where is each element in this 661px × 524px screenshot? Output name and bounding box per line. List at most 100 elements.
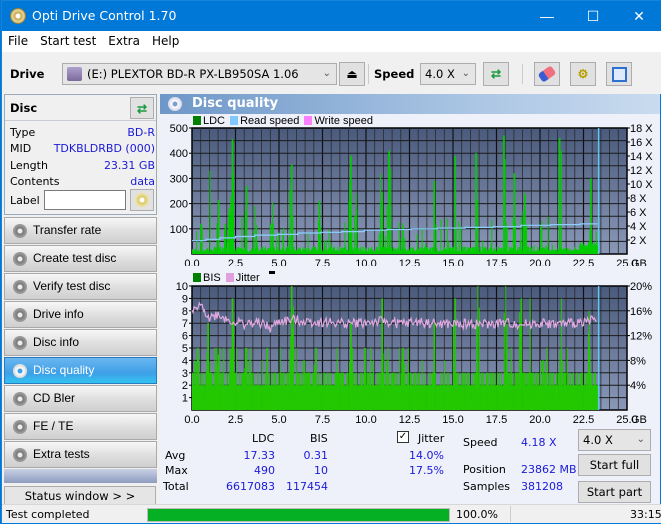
position-value: 23862 MB [521, 463, 577, 476]
create-disc-icon [13, 252, 27, 266]
sidebar: Disc ⇄ Type BD-R MID TDKBLDRBD (000) Lengt… [2, 94, 159, 506]
y-tick-label: 300 [170, 173, 188, 185]
disc-icon [135, 193, 149, 207]
status-divider [510, 506, 511, 522]
max-ldc: 490 [254, 464, 275, 477]
speed-value: 4.18 X [521, 436, 557, 449]
disc-quality-panel: Disc quality LDC Read speed Write speed … [160, 94, 660, 504]
y2-tick-label: 8% [630, 355, 646, 367]
ldc-bar [434, 180, 436, 254]
jitter-col-header: Jitter [418, 432, 445, 445]
x-tick-label: 12.5 [399, 258, 420, 266]
refresh-button[interactable]: ⇄ [483, 62, 509, 86]
menu-help[interactable]: Help [146, 31, 185, 48]
y2-tick-label: 12% [630, 331, 652, 343]
ldc-bar [241, 217, 243, 254]
y2-tick-label: 10 X [630, 179, 653, 191]
toolbar-separator [522, 64, 523, 84]
ldc-bar [218, 199, 220, 254]
erase-button[interactable] [534, 62, 560, 86]
ldc-bar [254, 206, 256, 254]
ldc-bar [388, 150, 390, 254]
ldc-bar [390, 169, 392, 254]
y2-tick-label: 20% [630, 281, 652, 293]
minimize-button[interactable]: — [524, 1, 570, 31]
ldc-bar [475, 153, 477, 254]
maximize-button[interactable]: ☐ [570, 1, 616, 31]
ldc-bar [226, 237, 228, 254]
label-input[interactable] [44, 190, 126, 210]
menu-bar: File Start test Extra Help [2, 31, 661, 52]
x-tick-label: 5.0 [271, 258, 286, 266]
ldc-bar [283, 227, 285, 254]
nav-cd-bler[interactable]: CD Bler [4, 385, 157, 412]
close-button[interactable]: ✕ [616, 1, 661, 31]
ldc-bar [380, 201, 382, 254]
ldc-bar [289, 190, 291, 254]
y-tick-label: 4 [182, 355, 188, 367]
jitter-checkbox[interactable]: ✓ [397, 431, 409, 443]
gears-icon: ⚙ [577, 67, 589, 81]
nav-drive-info[interactable]: Drive info [4, 301, 157, 328]
extra-tests-icon [13, 448, 27, 462]
drive-select[interactable]: (E:) PLEXTOR BD-R PX-LB950SA 1.06 ⌄ [62, 63, 337, 85]
avg-jitter: 14.0% [409, 449, 444, 462]
nav-disc-info[interactable]: Disc info [4, 329, 157, 356]
fe-te-icon [13, 420, 27, 434]
progress-text: 100.0% [456, 508, 498, 521]
nav-verify-test-disc[interactable]: Verify test disc [4, 273, 157, 300]
position-label: Position [463, 463, 506, 476]
ldc-bar [209, 170, 211, 254]
start-full-button[interactable]: Start full [578, 454, 651, 476]
y-tick-label: 100 [170, 224, 188, 236]
eject-button[interactable]: ⏏ [339, 62, 365, 86]
x-tick-label: 20.0 [529, 258, 550, 266]
save-button[interactable] [606, 62, 632, 86]
speed-value: 4.0 X [425, 67, 455, 81]
app-disc-icon [10, 8, 26, 24]
y2-tick-label: 18 X [630, 124, 653, 135]
nav-disc-quality[interactable]: Disc quality [4, 357, 157, 384]
nav-extra-tests[interactable]: Extra tests [4, 441, 157, 468]
menu-extra[interactable]: Extra [102, 31, 146, 48]
test-speed-select[interactable]: 4.0 X ⌄ [578, 429, 651, 451]
disc-refresh-button[interactable]: ⇄ [130, 97, 154, 119]
x-axis-unit: GB [631, 414, 647, 426]
total-bis: 117454 [286, 480, 328, 493]
max-label: Max [165, 464, 188, 477]
y2-tick-label: 16% [630, 306, 652, 318]
disc-quality-icon [168, 97, 182, 111]
total-label: Total [163, 480, 189, 493]
speed-label: Speed [374, 67, 415, 81]
menu-file[interactable]: File [2, 31, 34, 48]
label-disc-button[interactable] [130, 189, 154, 211]
x-tick-label: 7.5 [315, 414, 330, 426]
speed-select[interactable]: 4.0 X ⌄ [420, 63, 476, 85]
avg-label: Avg [165, 449, 186, 462]
x-tick-label: 20.0 [529, 414, 550, 426]
ldc-bar [547, 216, 549, 254]
y2-tick-label: 4% [630, 380, 646, 392]
ldc-bar [253, 230, 255, 254]
y-tick-label: 500 [170, 124, 188, 135]
nav-transfer-rate[interactable]: Transfer rate [4, 217, 157, 244]
nav-create-test-disc[interactable]: Create test disc [4, 245, 157, 272]
y-tick-label: 3 [182, 368, 188, 380]
settings-button[interactable]: ⚙ [570, 62, 596, 86]
y-tick-label: 8 [182, 306, 188, 318]
chevron-down-icon: ⌄ [461, 68, 470, 79]
y2-tick-label: 8 X [630, 193, 647, 205]
y2-tick-label: 4 X [630, 221, 647, 233]
y-tick-label: 6 [182, 331, 188, 343]
drive-value: (E:) PLEXTOR BD-R PX-LB950SA 1.06 [87, 67, 299, 81]
y-tick-label: 7 [182, 318, 188, 330]
y-tick-label: 2 [182, 380, 188, 392]
nav-fe-te[interactable]: FE / TE [4, 413, 157, 440]
samples-value: 381208 [521, 480, 563, 493]
menu-start-test[interactable]: Start test [34, 31, 102, 48]
ldc-bar [354, 215, 356, 254]
start-part-button[interactable]: Start part [578, 481, 651, 503]
status-window-button[interactable]: Status window > > [4, 486, 156, 506]
avg-bis: 0.31 [303, 449, 329, 462]
x-tick-label: 15.0 [442, 414, 463, 426]
